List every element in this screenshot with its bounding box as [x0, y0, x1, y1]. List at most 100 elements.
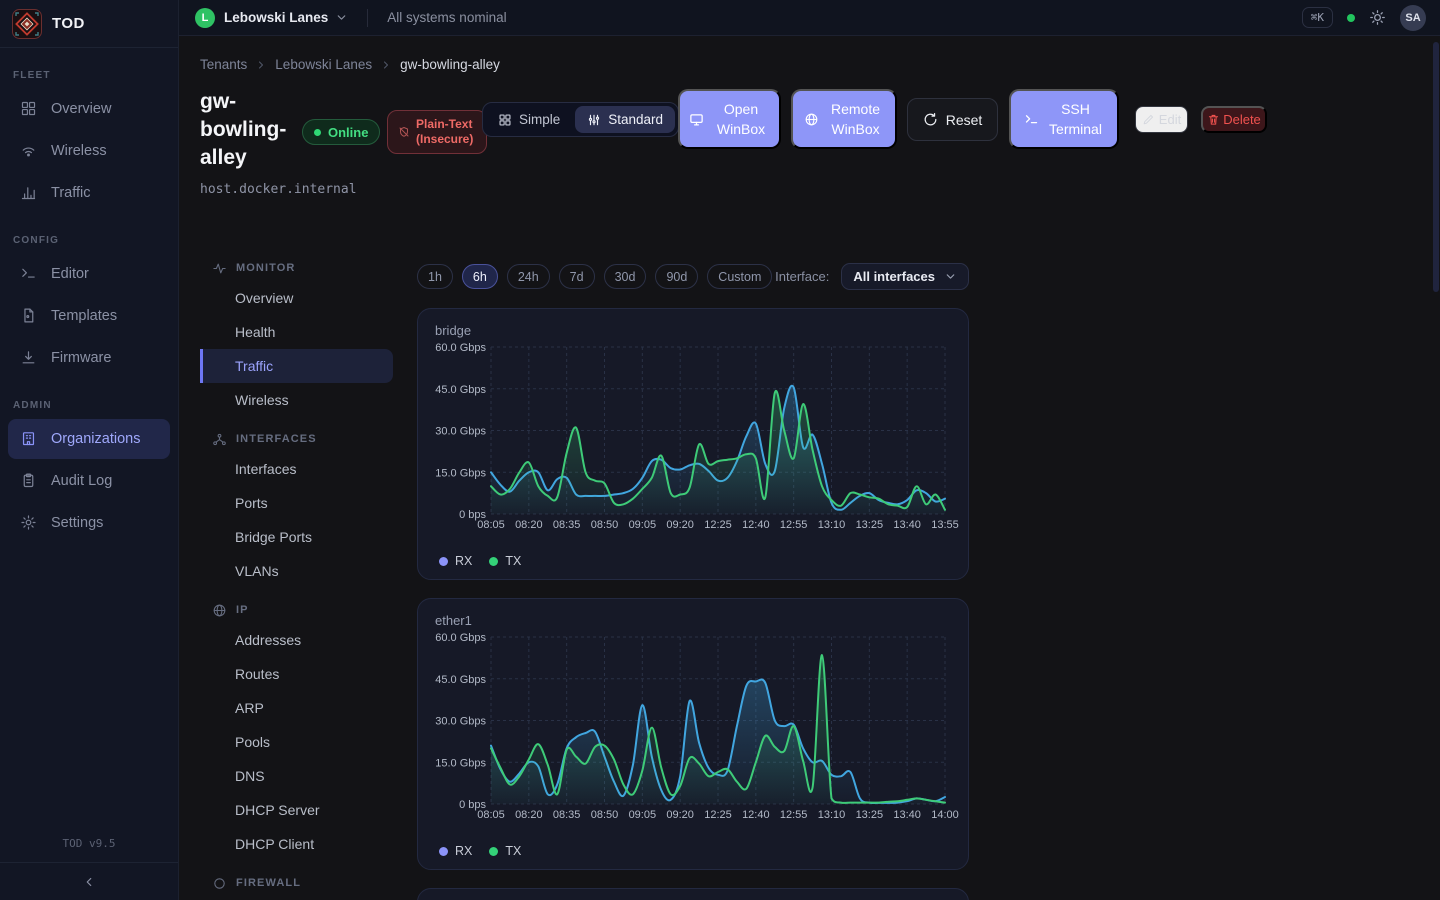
shield-off-icon [398, 126, 410, 138]
range-chip-24h[interactable]: 24h [507, 264, 550, 289]
chart-title: ether1 [435, 613, 472, 628]
subnav-item-vlans[interactable]: VLANs [200, 554, 393, 588]
subnav-item-pools[interactable]: Pools [200, 725, 393, 759]
globe-icon [212, 603, 227, 618]
page-content: Tenants Lebowski Lanes gw-bowling-alley … [179, 36, 1440, 900]
theme-toggle-sun-icon[interactable] [1369, 9, 1386, 26]
y-axis-tick: 60.0 Gbps [435, 632, 486, 644]
scrollbar-thumb[interactable] [1433, 42, 1439, 292]
interface-select-value: All interfaces [853, 269, 935, 284]
x-axis-tick: 08:20 [515, 519, 543, 531]
subnav-section-label: MONITOR [236, 262, 295, 274]
terminal-icon [1024, 112, 1039, 127]
subnav-section-monitor: MONITOR [200, 255, 393, 281]
sidebar-item-label: Organizations [51, 431, 140, 447]
range-chip-custom[interactable]: Custom [707, 264, 772, 289]
range-chip-30d[interactable]: 30d [604, 264, 647, 289]
subnav-item-traffic[interactable]: Traffic [200, 349, 393, 383]
range-chip-6h[interactable]: 6h [462, 264, 498, 289]
subnav-item-label: Interfaces [235, 461, 296, 477]
online-status-badge: Online [302, 119, 380, 145]
nav-section-admin: ADMINOrganizationsAudit LogSettings [0, 392, 178, 543]
subnav-item-dns[interactable]: DNS [200, 759, 393, 793]
edit-button[interactable]: Edit [1135, 106, 1188, 133]
grid-icon [498, 113, 512, 127]
nav-section-label: FLEET [0, 62, 178, 87]
sidebar-item-organizations[interactable]: Organizations [8, 419, 170, 459]
subnav-item-bridge-ports[interactable]: Bridge Ports [200, 520, 393, 554]
legend-item-tx[interactable]: TX [489, 554, 521, 568]
subnav-item-firewall[interactable]: Firewall [200, 896, 393, 900]
sidebar-item-firmware[interactable]: Firmware [8, 338, 170, 378]
bar-chart-icon [20, 184, 38, 202]
range-chip-1h[interactable]: 1h [417, 264, 453, 289]
sidebar-item-label: Settings [51, 515, 103, 531]
security-warning-label: Plain-Text (Insecure) [416, 117, 476, 147]
sliders-icon [587, 113, 601, 127]
view-mode-standard[interactable]: Standard [575, 106, 675, 133]
ssh-terminal-button[interactable]: SSH Terminal [1009, 89, 1119, 149]
subnav-item-dhcp-client[interactable]: DHCP Client [200, 827, 393, 861]
legend-item-rx[interactable]: RX [439, 554, 472, 568]
chart-title: bridge [435, 323, 471, 338]
sidebar-item-settings[interactable]: Settings [8, 503, 170, 543]
charts-list: bridge 60.0 Gbps45.0 Gbps30.0 Gbps15.0 G… [417, 308, 969, 900]
sidebar-item-templates[interactable]: Templates [8, 296, 170, 336]
delete-button[interactable]: Delete [1201, 106, 1267, 133]
subnav-item-label: Pools [235, 734, 270, 750]
network-icon [212, 432, 227, 447]
reset-button[interactable]: Reset [907, 98, 998, 141]
subnav-section-interfaces: INTERFACES [200, 426, 393, 452]
gear-icon [20, 514, 38, 532]
breadcrumb-tenants[interactable]: Tenants [200, 57, 247, 72]
activity-icon [212, 261, 227, 276]
health-status-dot [1347, 14, 1355, 22]
command-palette-shortcut[interactable]: ⌘K [1302, 7, 1333, 28]
legend-item-tx[interactable]: TX [489, 844, 521, 858]
subnav-item-dhcp-server[interactable]: DHCP Server [200, 793, 393, 827]
y-axis-tick: 45.0 Gbps [435, 384, 486, 396]
subnav-item-interfaces[interactable]: Interfaces [200, 452, 393, 486]
sidebar-collapse-button[interactable] [0, 862, 178, 900]
sidebar-item-overview[interactable]: Overview [8, 89, 170, 129]
x-axis-tick: 08:20 [515, 809, 543, 821]
traffic-panel: 1h 6h 24h 7d 30d 90d Custom Interface: All int… [417, 246, 969, 900]
tenant-switcher[interactable]: L Lebowski Lanes [195, 8, 348, 28]
breadcrumb-tenant[interactable]: Lebowski Lanes [275, 57, 372, 72]
legend-item-rx[interactable]: RX [439, 844, 472, 858]
subnav-item-addresses[interactable]: Addresses [200, 623, 393, 657]
y-axis-tick: 15.0 Gbps [435, 467, 486, 479]
x-axis-tick: 14:00 [931, 809, 959, 821]
brand-header: TOD [0, 0, 178, 48]
subnav-item-label: VLANs [235, 563, 279, 579]
subnav-item-arp[interactable]: ARP [200, 691, 393, 725]
interface-select[interactable]: All interfaces [841, 263, 969, 290]
view-mode-simple[interactable]: Simple [486, 106, 572, 133]
sidebar-item-traffic[interactable]: Traffic [8, 173, 170, 213]
chart-card-bridge: bridge 60.0 Gbps45.0 Gbps30.0 Gbps15.0 G… [417, 308, 969, 580]
pencil-icon [1142, 113, 1155, 126]
chevron-down-icon [335, 11, 348, 24]
sidebar-item-wireless[interactable]: Wireless [8, 131, 170, 171]
subnav-item-routes[interactable]: Routes [200, 657, 393, 691]
sidebar-item-editor[interactable]: Editor [8, 254, 170, 294]
x-axis-tick: 12:40 [742, 519, 770, 531]
user-avatar[interactable]: SA [1400, 5, 1426, 31]
brand-name: TOD [52, 15, 85, 32]
x-axis-tick: 12:55 [780, 809, 808, 821]
remote-winbox-button[interactable]: Remote WinBox [791, 89, 897, 149]
main-sidebar: TOD FLEETOverviewWirelessTrafficCONFIGEd… [0, 0, 179, 900]
x-axis-tick: 13:55 [931, 519, 959, 531]
interface-label: Interface: [775, 269, 829, 284]
open-winbox-button[interactable]: Open WinBox [678, 89, 781, 149]
subnav-item-wireless[interactable]: Wireless [200, 383, 393, 417]
clipboard-icon [20, 472, 38, 490]
subnav-item-health[interactable]: Health [200, 315, 393, 349]
range-chip-7d[interactable]: 7d [559, 264, 595, 289]
range-chip-90d[interactable]: 90d [655, 264, 698, 289]
subnav-item-ports[interactable]: Ports [200, 486, 393, 520]
x-axis-tick: 12:25 [704, 519, 732, 531]
sidebar-item-audit-log[interactable]: Audit Log [8, 461, 170, 501]
subnav-item-label: DHCP Server [235, 802, 320, 818]
subnav-item-overview[interactable]: Overview [200, 281, 393, 315]
